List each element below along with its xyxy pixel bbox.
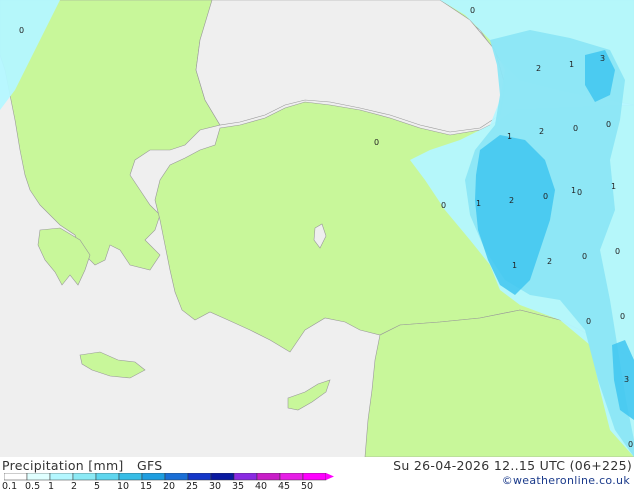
map-value-label: 1 <box>507 132 512 141</box>
map-value-label: 0 <box>441 201 446 210</box>
map-value-label: 0 <box>573 124 578 133</box>
forecast-datetime: Su 26-04-2026 12..15 UTC (06+225) <box>393 458 632 473</box>
legend-swatch <box>187 473 212 481</box>
map-value-label: 1 <box>476 199 481 208</box>
map-title: Precipitation [mm] <box>2 458 124 473</box>
legend-swatch <box>26 473 51 481</box>
precip-color-legend <box>4 473 334 481</box>
map-value-label: 0 <box>620 312 625 321</box>
map-value-label: 0 <box>543 192 548 201</box>
map-value-label: 0 <box>374 138 379 147</box>
map-value-label: 0 <box>606 120 611 129</box>
legend-tick-label: 40 <box>255 481 268 492</box>
map-value-label: 0 <box>19 26 24 35</box>
map-value-label: 0 <box>470 6 475 15</box>
legend-tick-label: 2 <box>71 481 78 492</box>
legend-tick-label: 0.5 <box>25 481 41 492</box>
legend-swatch <box>279 473 304 481</box>
legend-swatch <box>210 473 235 481</box>
map-value-label: 3 <box>624 375 629 384</box>
legend-swatch <box>95 473 120 481</box>
legend-tick-label: 25 <box>186 481 199 492</box>
legend-swatch <box>72 473 97 481</box>
legend-swatch <box>164 473 189 481</box>
credit-link[interactable]: ©weatheronline.co.uk <box>502 474 630 487</box>
map-value-label: 2 <box>547 257 552 266</box>
legend-tick-label: 30 <box>209 481 222 492</box>
map-value-label: 1 <box>571 186 576 195</box>
legend-swatch <box>233 473 258 481</box>
map-value-label: 2 <box>509 196 514 205</box>
map-value-label: 0 <box>577 188 582 197</box>
legend-tick-label: 1 <box>48 481 55 492</box>
legend-tick-label: 50 <box>301 481 314 492</box>
map-value-label: 1 <box>512 261 517 270</box>
legend-tick-label: 45 <box>278 481 291 492</box>
legend-swatch <box>118 473 143 481</box>
legend-tick-label: 5 <box>94 481 101 492</box>
legend-tick-label: 35 <box>232 481 245 492</box>
legend-swatch <box>4 473 28 481</box>
legend-tick-label: 20 <box>163 481 176 492</box>
legend-swatch <box>256 473 281 481</box>
legend-tick-label: 15 <box>140 481 153 492</box>
legend-arrow <box>326 473 334 480</box>
map-value-label: 1 <box>611 182 616 191</box>
legend-tick-label: 10 <box>117 481 130 492</box>
map-value-label: 2 <box>539 127 544 136</box>
precipitation-map: 0 0 2 1 3 1 2 0 0 0 1 0 1 2 0 0 1 1 2 0 … <box>0 0 634 457</box>
map-value-label: 0 <box>586 317 591 326</box>
map-value-label: 1 <box>569 60 574 69</box>
legend-swatch <box>302 473 327 481</box>
map-value-label: 0 <box>582 252 587 261</box>
legend-swatch <box>141 473 166 481</box>
model-name: GFS <box>137 458 163 473</box>
legend-tick-label: 0.1 <box>2 481 18 492</box>
map-value-label: 2 <box>536 64 541 73</box>
map-value-label: 3 <box>600 54 605 63</box>
legend-swatch <box>49 473 74 481</box>
map-value-label: 0 <box>628 440 633 449</box>
map-footer: Precipitation [mm] GFS Su 26-04-2026 12.… <box>0 457 634 492</box>
map-value-label: 0 <box>615 247 620 256</box>
